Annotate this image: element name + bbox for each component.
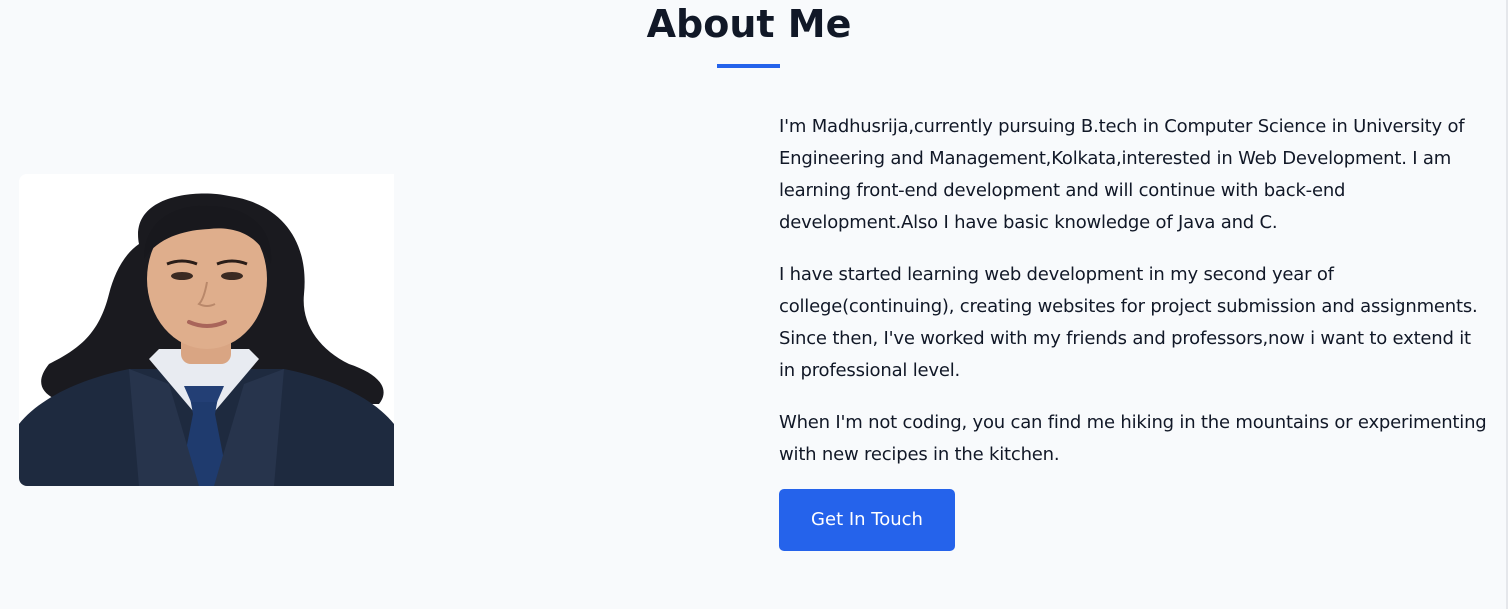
get-in-touch-button[interactable]: Get In Touch <box>779 489 955 551</box>
about-section: About Me I'm Madhusrija,currently pursui… <box>0 0 1508 609</box>
title-underline <box>717 64 780 68</box>
about-paragraph-1: I'm Madhusrija,currently pursuing B.tech… <box>779 116 1465 233</box>
about-paragraph-2: I have started learning web development … <box>779 264 1478 381</box>
about-text: I'm Madhusrija,currently pursuing B.tech… <box>779 111 1489 491</box>
section-title: About Me <box>646 2 852 46</box>
profile-photo <box>19 174 394 486</box>
portrait-illustration <box>19 174 394 486</box>
about-paragraph-3: When I'm not coding, you can find me hik… <box>779 412 1487 465</box>
